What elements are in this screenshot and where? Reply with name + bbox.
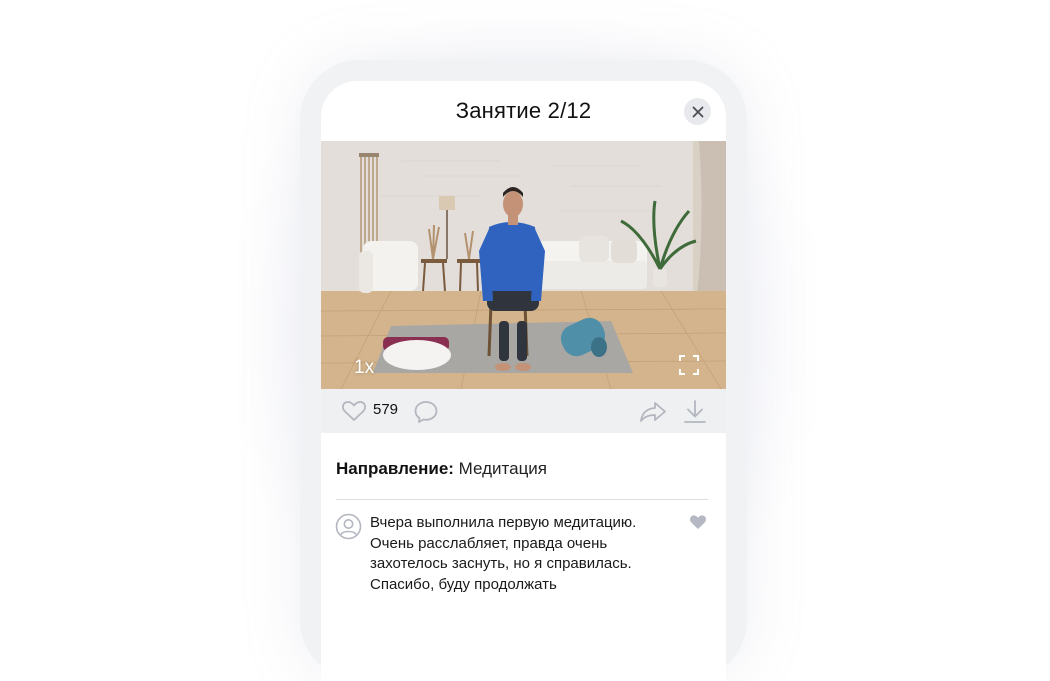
close-button[interactable]	[684, 98, 711, 125]
download-icon[interactable]	[683, 399, 707, 425]
comment-line: Очень расслабляет, правда очень	[370, 534, 608, 552]
close-icon	[692, 106, 703, 117]
lesson-header: Занятие 2/12	[321, 81, 726, 141]
divider	[336, 499, 708, 500]
comment-icon[interactable]	[413, 399, 439, 425]
comment-text: Вчера выполнила первую медитацию. Очень …	[370, 513, 660, 595]
user-icon	[335, 513, 362, 540]
share-icon[interactable]	[639, 400, 667, 424]
lesson-title: Занятие 2/12	[455, 98, 592, 123]
heart-icon[interactable]	[341, 399, 367, 423]
video-player[interactable]: 1x	[321, 141, 726, 389]
playback-speed-button[interactable]: 1x	[354, 357, 374, 379]
like-count: 579	[373, 401, 399, 418]
direction-value: Медитация	[458, 459, 548, 478]
video-frame	[321, 141, 726, 389]
phone-frame: Занятие 2/12 1x 579 Направление: Медитац…	[300, 60, 747, 681]
phone-screen: Занятие 2/12 1x 579 Направление: Медитац…	[321, 81, 726, 681]
lesson-direction: Направление: Медитация	[336, 459, 547, 479]
action-bar: 579	[321, 389, 726, 433]
comment-line: захотелось заснуть, но я справилась.	[370, 555, 632, 572]
fullscreen-icon[interactable]	[678, 354, 700, 376]
direction-label: Направление:	[336, 459, 454, 478]
comment-line: Вчера выполнила первую медитацию.	[370, 514, 637, 531]
comment-line: Спасибо, буду продолжать	[370, 575, 557, 593]
heart-filled-icon[interactable]	[689, 514, 707, 530]
